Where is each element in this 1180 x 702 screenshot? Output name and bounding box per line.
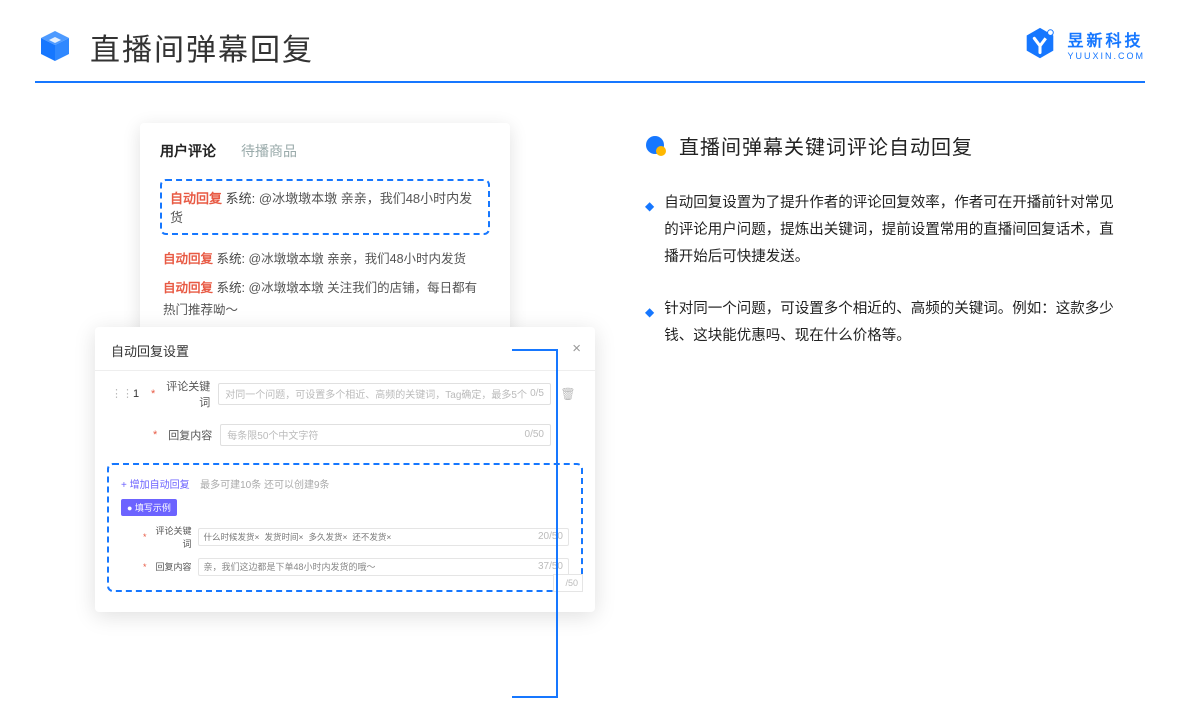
add-hint: 最多可建10条 还可以创建9条	[200, 480, 329, 491]
keyword-tag: 什么时候发货×	[204, 531, 260, 543]
bullet-text: 自动回复设置为了提升作者的评论回复效率，作者可在开播前针对常见的评论用户问题，提…	[664, 190, 1125, 270]
example-keyword-label: 评论关键词	[150, 524, 192, 550]
example-content-value: 亲，我们这边都是下单48小时内发货的哦～	[204, 560, 376, 573]
row-number: 1	[133, 388, 151, 400]
partial-input: /50	[553, 574, 583, 592]
bullet-item: ◆ 针对同一个问题，可设置多个相近的、高频的关键词。例如：这款多少钱、这块能优惠…	[645, 296, 1125, 350]
example-badge: ● 填写示例	[121, 499, 177, 516]
add-auto-reply-button[interactable]: + 增加自动回复	[121, 480, 190, 491]
content-label: 回复内容	[160, 427, 212, 443]
system-tag: 系统:	[217, 281, 245, 295]
required-icon: *	[151, 388, 155, 400]
keyword-tag: 还不发货×	[352, 531, 391, 543]
drag-handle-icon[interactable]: ⋮⋮	[111, 387, 133, 400]
form-row-keyword: ⋮⋮ 1 * 评论关键词 对同一个问题，可设置多个相近、高频的关键词，Tag确定…	[95, 371, 595, 417]
example-keyword-input[interactable]: 什么时候发货× 发货时间× 多久发货× 还不发货× 20/50	[198, 528, 569, 546]
cube-icon	[35, 27, 75, 67]
bullet-item: ◆ 自动回复设置为了提升作者的评论回复效率，作者可在开播前针对常见的评论用户问题…	[645, 190, 1125, 270]
brand-url: YUUXIN.COM	[1067, 51, 1145, 61]
example-content-row: * 回复内容 亲，我们这边都是下单48小时内发货的哦～ 37/50	[121, 558, 569, 576]
modal-title-text: 自动回复设置	[111, 344, 189, 359]
char-counter: 37/50	[538, 561, 563, 572]
keyword-tag: 发货时间×	[264, 531, 303, 543]
tabs: 用户评论 待播商品	[160, 141, 490, 161]
auto-reply-tag: 自动回复	[170, 191, 222, 206]
required-icon: *	[143, 532, 147, 542]
system-tag: 系统:	[226, 191, 256, 206]
keyword-label: 评论关键词	[158, 378, 210, 410]
example-keyword-row: * 评论关键词 什么时候发货× 发货时间× 多久发货× 还不发货× 20/50	[121, 524, 569, 550]
highlighted-comment: 自动回复 系统: @冰墩墩本墩 亲亲，我们48小时内发货	[160, 179, 490, 235]
diamond-icon: ◆	[645, 195, 654, 270]
comment-item: 自动回复 系统: @冰墩墩本墩 关注我们的店铺，每日都有热门推荐呦～	[163, 278, 487, 321]
bullet-dot-icon	[645, 135, 667, 157]
required-icon: *	[153, 429, 157, 441]
brand-icon	[1021, 25, 1059, 63]
form-row-content: * 回复内容 每条限50个中文字符 0/50	[95, 417, 595, 453]
placeholder-text: 对同一个问题，可设置多个相近、高频的关键词，Tag确定，最多5个	[225, 386, 527, 401]
required-icon: *	[143, 562, 147, 572]
example-section: + 增加自动回复 最多可建10条 还可以创建9条 ● 填写示例 * 评论关键词 …	[107, 463, 583, 592]
char-counter: 0/5	[530, 388, 544, 399]
page-title: 直播间弹幕回复	[90, 25, 314, 69]
content-input[interactable]: 每条限50个中文字符 0/50	[220, 424, 551, 446]
auto-reply-tag: 自动回复	[163, 252, 213, 266]
comment-item: 自动回复 系统: @冰墩墩本墩 亲亲，我们48小时内发货	[163, 249, 487, 270]
delete-icon[interactable]: 🗑	[557, 387, 579, 401]
keyword-input[interactable]: 对同一个问题，可设置多个相近、高频的关键词，Tag确定，最多5个 0/5	[218, 383, 551, 405]
auto-reply-settings-modal: 自动回复设置 × ⋮⋮ 1 * 评论关键词 对同一个问题，可设置多个相近、高频的…	[95, 327, 595, 612]
example-content-label: 回复内容	[150, 560, 192, 573]
keyword-tag: 多久发货×	[308, 531, 347, 543]
example-content-input[interactable]: 亲，我们这边都是下单48小时内发货的哦～ 37/50	[198, 558, 569, 576]
char-counter: 20/50	[538, 531, 563, 542]
auto-reply-tag: 自动回复	[163, 281, 213, 295]
brand-logo: 昱新科技 YUUXIN.COM	[1021, 25, 1145, 63]
modal-title: 自动回复设置 ×	[95, 341, 595, 371]
brand-name: 昱新科技	[1067, 27, 1145, 51]
diamond-icon: ◆	[645, 301, 654, 350]
char-counter: 0/50	[525, 429, 544, 440]
system-tag: 系统:	[217, 252, 245, 266]
tab-pending-goods[interactable]: 待播商品	[241, 141, 297, 161]
comment-text: @冰墩墩本墩 亲亲，我们48小时内发货	[248, 252, 466, 266]
close-icon[interactable]: ×	[572, 340, 581, 357]
placeholder-text: 每条限50个中文字符	[227, 427, 318, 442]
tab-user-comments[interactable]: 用户评论	[160, 141, 216, 161]
comments-panel: 用户评论 待播商品 自动回复 系统: @冰墩墩本墩 亲亲，我们48小时内发货 自…	[140, 123, 510, 349]
section-title: 直播间弹幕关键词评论自动回复	[679, 131, 973, 160]
bullet-text: 针对同一个问题，可设置多个相近的、高频的关键词。例如：这款多少钱、这块能优惠吗、…	[664, 296, 1125, 350]
